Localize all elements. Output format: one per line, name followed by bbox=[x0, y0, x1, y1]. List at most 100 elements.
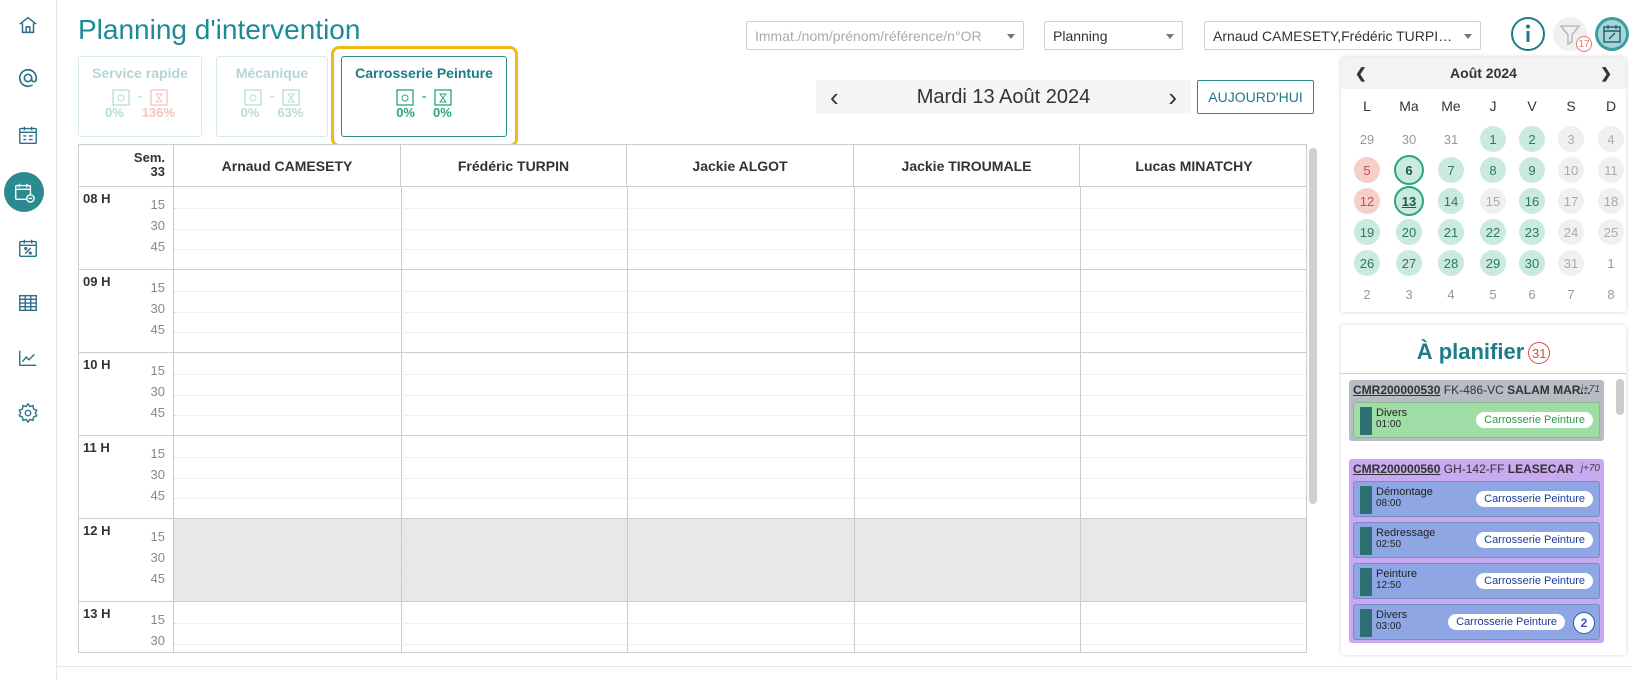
calendar-day[interactable]: 3 bbox=[1396, 281, 1422, 307]
calendar-day[interactable]: 7 bbox=[1558, 281, 1584, 307]
today-button[interactable]: AUJOURD'HUI bbox=[1197, 80, 1314, 114]
prev-month-button[interactable]: ❮ bbox=[1355, 65, 1367, 82]
calendar-day[interactable]: 17 bbox=[1558, 188, 1584, 214]
workload-button[interactable] bbox=[1594, 16, 1630, 52]
minute-label: 15 bbox=[150, 529, 165, 544]
calendar-day[interactable]: 23 bbox=[1519, 219, 1545, 245]
calendar-day[interactable]: 30 bbox=[1519, 250, 1545, 276]
table-icon[interactable] bbox=[8, 283, 48, 323]
workshop-card-mecanique[interactable]: Mécanique - 0% 63% bbox=[216, 56, 328, 137]
order-ref-link[interactable]: CMR200000560 bbox=[1353, 462, 1440, 476]
task-item[interactable]: Divers 01:00 Carrosserie Peinture bbox=[1353, 402, 1600, 438]
next-month-button[interactable]: ❯ bbox=[1600, 65, 1612, 82]
calendar-day[interactable]: 22 bbox=[1480, 219, 1506, 245]
task-item[interactable]: Démontage 08:00 Carrosserie Peinture bbox=[1353, 481, 1600, 517]
calendar-day[interactable]: 20 bbox=[1396, 219, 1422, 245]
calendar-day[interactable]: 30 bbox=[1396, 126, 1422, 152]
calendar-day[interactable]: 3 bbox=[1558, 126, 1584, 152]
home-icon[interactable] bbox=[8, 5, 48, 45]
calendar-day[interactable]: 13 bbox=[1394, 186, 1424, 216]
filter-button[interactable]: 17 bbox=[1552, 16, 1592, 52]
calendar-list-icon[interactable] bbox=[8, 115, 48, 155]
calendar-day[interactable]: 5 bbox=[1480, 281, 1506, 307]
task-drag-handle[interactable] bbox=[1360, 527, 1372, 555]
technician-column-header[interactable]: Lucas MINATCHY bbox=[1080, 145, 1306, 187]
calendar-day[interactable]: 26 bbox=[1354, 250, 1380, 276]
workshop-load-pct: 0% bbox=[104, 105, 124, 120]
calendar-day[interactable]: 4 bbox=[1598, 126, 1624, 152]
task-drag-handle[interactable] bbox=[1360, 568, 1372, 596]
order-ref-link[interactable]: CMR200000530 bbox=[1353, 383, 1440, 397]
calendar-day[interactable]: 14 bbox=[1438, 188, 1464, 214]
work-order-card[interactable]: CMR200000530 FK-486-VC SALAM MAR... j+71 D… bbox=[1349, 380, 1604, 441]
task-drag-handle[interactable] bbox=[1360, 486, 1372, 514]
line-chart-icon[interactable] bbox=[8, 338, 48, 378]
calendar-day[interactable]: 16 bbox=[1519, 188, 1545, 214]
technicians-select[interactable]: Arnaud CAMESETY,Frédéric TURPIN,... bbox=[1204, 21, 1481, 50]
calendar-day[interactable]: 21 bbox=[1438, 219, 1464, 245]
order-age: j+71 bbox=[1580, 384, 1600, 395]
calendar-day[interactable]: 25 bbox=[1598, 219, 1624, 245]
technician-column-header[interactable]: Arnaud CAMESETY bbox=[174, 145, 401, 187]
selection-highlight bbox=[331, 46, 518, 147]
separator-dash: - bbox=[269, 88, 275, 105]
calendar-day[interactable]: 15 bbox=[1480, 188, 1506, 214]
calendar-day[interactable]: 19 bbox=[1354, 219, 1380, 245]
task-drag-handle[interactable] bbox=[1360, 407, 1372, 435]
calendar-day[interactable]: 18 bbox=[1598, 188, 1624, 214]
minutes-column: 11 H 15 30 45 bbox=[79, 436, 174, 519]
technician-column-header[interactable]: Jackie ALGOT bbox=[627, 145, 854, 187]
task-item[interactable]: Peinture 12:50 Carrosserie Peinture bbox=[1353, 563, 1600, 599]
work-order-card[interactable]: CMR200000560 GH-142-FF LEASECAR j+70 Démon… bbox=[1349, 459, 1604, 643]
calendar-day[interactable]: 12 bbox=[1354, 188, 1380, 214]
task-workshop-badge: Carrosserie Peinture bbox=[1476, 532, 1593, 548]
task-item[interactable]: Divers 03:00 Carrosserie Peinture 2 bbox=[1353, 604, 1600, 640]
calendar-day[interactable]: 4 bbox=[1438, 281, 1464, 307]
grid-scrollbar[interactable] bbox=[1307, 144, 1319, 653]
prev-day-button[interactable]: ‹ bbox=[830, 84, 839, 110]
technician-column-header[interactable]: Frédéric TURPIN bbox=[401, 145, 627, 187]
scroll-thumb[interactable] bbox=[1616, 379, 1624, 415]
calendar-day[interactable]: 31 bbox=[1558, 250, 1584, 276]
view-select[interactable]: Planning bbox=[1044, 21, 1183, 50]
quarter-line bbox=[174, 249, 1306, 250]
next-day-button[interactable]: › bbox=[1168, 84, 1177, 110]
calendar-day[interactable]: 1 bbox=[1480, 126, 1506, 152]
calendar-day[interactable]: 31 bbox=[1438, 126, 1464, 152]
calendar-day[interactable]: 29 bbox=[1354, 126, 1380, 152]
at-sign-icon[interactable] bbox=[8, 58, 48, 98]
calendar-day[interactable]: 24 bbox=[1558, 219, 1584, 245]
task-drag-handle[interactable] bbox=[1360, 609, 1372, 637]
search-input[interactable]: Immat./nom/prénom/référence/n°OR bbox=[746, 21, 1024, 50]
panel-scrollbar[interactable] bbox=[1616, 377, 1624, 655]
calendar-planning-icon[interactable] bbox=[4, 172, 44, 212]
minute-label: 15 bbox=[150, 197, 165, 212]
calendar-day[interactable]: 27 bbox=[1396, 250, 1422, 276]
calendar-percent-icon[interactable] bbox=[8, 228, 48, 268]
weekday-label: V bbox=[1527, 98, 1537, 114]
task-item[interactable]: Redressage 02:50 Carrosserie Peinture bbox=[1353, 522, 1600, 558]
weekday-label: D bbox=[1605, 98, 1617, 114]
calendar-day[interactable]: 5 bbox=[1354, 157, 1380, 183]
calendar-day[interactable]: 28 bbox=[1438, 250, 1464, 276]
quarter-line bbox=[174, 644, 1306, 645]
calendar-day[interactable]: 2 bbox=[1519, 126, 1545, 152]
workshop-card-service-rapide[interactable]: Service rapide - 0% 136% bbox=[78, 56, 202, 137]
calendar-day[interactable]: 9 bbox=[1519, 157, 1545, 183]
calendar-day[interactable]: 6 bbox=[1519, 281, 1545, 307]
calendar-day[interactable]: 11 bbox=[1598, 157, 1624, 183]
calendar-day[interactable]: 10 bbox=[1558, 157, 1584, 183]
settings-gear-icon[interactable] bbox=[8, 393, 48, 433]
scroll-thumb[interactable] bbox=[1309, 148, 1317, 504]
technician-column-header[interactable]: Jackie TIROUMALE bbox=[854, 145, 1080, 187]
calendar-day[interactable]: 29 bbox=[1480, 250, 1506, 276]
calendar-day[interactable]: 1 bbox=[1598, 250, 1624, 276]
calendar-day[interactable]: 8 bbox=[1598, 281, 1624, 307]
calendar-day[interactable]: 8 bbox=[1480, 157, 1506, 183]
info-button[interactable] bbox=[1510, 16, 1546, 52]
quarter-line bbox=[174, 623, 1306, 624]
order-client: LEASECAR bbox=[1507, 462, 1574, 476]
calendar-day[interactable]: 6 bbox=[1394, 155, 1424, 185]
calendar-day[interactable]: 7 bbox=[1438, 157, 1464, 183]
calendar-day[interactable]: 2 bbox=[1354, 281, 1380, 307]
